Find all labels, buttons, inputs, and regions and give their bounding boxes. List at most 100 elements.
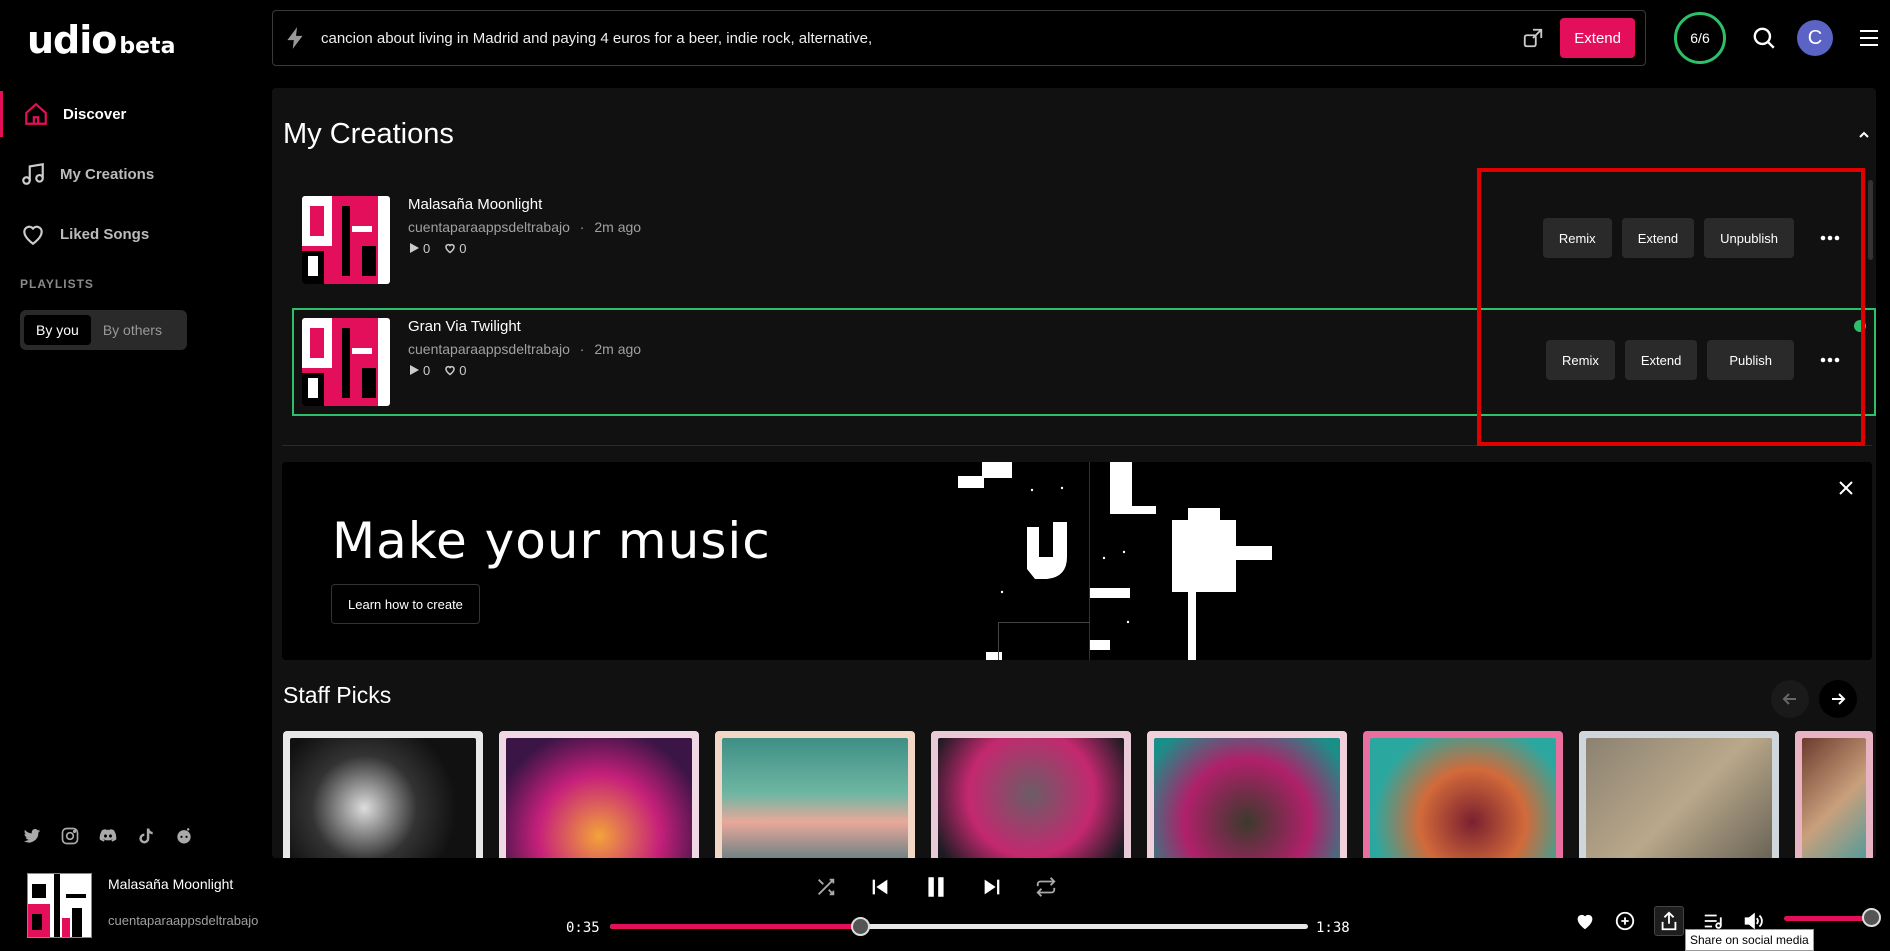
cover-art: [290, 738, 476, 858]
twitter-icon[interactable]: [22, 826, 42, 846]
volume-slider[interactable]: [1784, 916, 1874, 921]
staff-pick-card[interactable]: [1579, 731, 1779, 858]
like-count: 0: [459, 241, 467, 256]
song-title[interactable]: Malasaña Moonlight: [408, 196, 542, 213]
heart-icon: [23, 225, 43, 246]
cover-art: [1370, 738, 1556, 858]
next-icon[interactable]: [981, 876, 1003, 898]
playlist-toggle: By you By others: [20, 310, 187, 350]
more-options-icon[interactable]: [1812, 340, 1848, 380]
song-cover[interactable]: [302, 196, 390, 284]
extend-song-button[interactable]: Extend: [1621, 218, 1695, 258]
nav-liked-songs-label: Liked Songs: [60, 225, 150, 243]
song-time: 2m ago: [594, 341, 642, 357]
remix-button[interactable]: Remix: [1542, 218, 1612, 258]
progress-handle[interactable]: [851, 917, 871, 936]
my-creations-title: My Creations: [283, 118, 454, 150]
song-actions: Remix Extend Publish: [1546, 340, 1848, 380]
staff-picks-title: Staff Picks: [283, 682, 392, 708]
instagram-icon[interactable]: [60, 826, 80, 846]
home-icon: [25, 102, 47, 125]
progress-bar[interactable]: [610, 917, 1308, 936]
staff-pick-card[interactable]: [1363, 731, 1563, 858]
share-prompt-icon[interactable]: [1522, 27, 1544, 49]
song-author[interactable]: cuentaparaappsdeltrabajo: [408, 341, 570, 357]
publish-button[interactable]: Publish: [1707, 340, 1794, 380]
song-row[interactable]: Gran Via Twilight cuentaparaappsdeltraba…: [292, 308, 1876, 416]
unpublish-button[interactable]: Unpublish: [1704, 218, 1794, 258]
search-icon[interactable]: [1751, 25, 1777, 51]
toggle-by-others[interactable]: By others: [91, 315, 174, 345]
shuffle-icon[interactable]: [815, 876, 837, 898]
progress-fill: [610, 924, 862, 929]
staff-pick-card[interactable]: [1795, 731, 1873, 858]
now-playing-artist[interactable]: cuentaparaappsdeltrabajo: [108, 913, 258, 928]
play-count: 0: [423, 241, 431, 256]
now-playing-cover[interactable]: [27, 873, 92, 938]
avatar[interactable]: C: [1797, 20, 1833, 56]
play-count-icon: [410, 243, 419, 253]
sidebar: udio beta Discover My Creations Liked So…: [0, 0, 270, 858]
logo-word: udio: [27, 18, 117, 62]
song-meta: cuentaparaappsdeltrabajo · 2m ago: [408, 219, 641, 235]
repeat-icon[interactable]: [1035, 876, 1057, 898]
cover-art: [1802, 738, 1866, 858]
prompt-bar: cancion about living in Madrid and payin…: [272, 10, 1646, 66]
like-count-icon: [445, 365, 455, 376]
song-title[interactable]: Gran Via Twilight: [408, 318, 521, 335]
logo-beta: beta: [119, 34, 176, 59]
add-to-playlist-icon[interactable]: [1614, 910, 1636, 932]
divider: [282, 445, 1872, 446]
song-cover[interactable]: [302, 318, 390, 406]
play-count: 0: [423, 363, 431, 378]
like-count-icon: [445, 243, 455, 254]
scroll-right-button[interactable]: [1819, 680, 1857, 718]
share-icon[interactable]: [1654, 906, 1684, 936]
song-time: 2m ago: [594, 219, 642, 235]
staff-pick-card[interactable]: [499, 731, 699, 858]
volume-handle[interactable]: [1862, 908, 1881, 927]
learn-how-button[interactable]: Learn how to create: [331, 584, 480, 624]
extend-song-button[interactable]: Extend: [1624, 340, 1698, 380]
nav-my-creations-label: My Creations: [60, 165, 155, 183]
current-time: 0:35: [566, 920, 600, 936]
cover-art: [938, 738, 1124, 858]
udio-logo[interactable]: udio beta: [27, 18, 175, 62]
staff-picks-carousel: [283, 731, 1873, 858]
chevron-up-icon[interactable]: [1857, 128, 1871, 142]
nav-discover-label: Discover: [63, 105, 127, 123]
hamburger-menu-icon[interactable]: [1858, 28, 1880, 48]
heart-icon[interactable]: [1574, 910, 1596, 932]
pause-icon[interactable]: [923, 874, 949, 900]
close-icon[interactable]: [1838, 480, 1854, 496]
toggle-by-you[interactable]: By you: [24, 315, 91, 345]
remix-button[interactable]: Remix: [1546, 340, 1615, 380]
play-count-icon: [410, 365, 419, 375]
tiktok-icon[interactable]: [136, 826, 156, 846]
main-content: My Creations Malasaña Moonlight cuentapa…: [272, 88, 1876, 858]
discord-icon[interactable]: [98, 826, 118, 846]
extend-button[interactable]: Extend: [1560, 18, 1635, 58]
song-row[interactable]: Malasaña Moonlight cuentaparaappsdeltrab…: [292, 186, 1876, 294]
arrow-left-icon: [1782, 693, 1796, 705]
previous-icon[interactable]: [869, 876, 891, 898]
arrow-right-icon: [1832, 693, 1846, 705]
nav-my-creations[interactable]: My Creations: [0, 151, 270, 197]
song-author[interactable]: cuentaparaappsdeltrabajo: [408, 219, 570, 235]
meta-separator: ·: [579, 341, 585, 357]
staff-pick-card[interactable]: [931, 731, 1131, 858]
prompt-input[interactable]: cancion about living in Madrid and payin…: [321, 30, 1522, 47]
staff-pick-card[interactable]: [715, 731, 915, 858]
reddit-icon[interactable]: [174, 826, 194, 846]
nav-discover[interactable]: Discover: [0, 91, 270, 137]
song-stats: 0 0: [408, 241, 466, 256]
now-playing-title[interactable]: Malasaña Moonlight: [108, 876, 233, 892]
credits-badge[interactable]: 6/6: [1674, 12, 1726, 64]
nav-liked-songs[interactable]: Liked Songs: [0, 211, 270, 257]
staff-pick-card[interactable]: [283, 731, 483, 858]
like-count: 0: [459, 363, 467, 378]
make-music-banner: Make your music Learn how to create: [282, 462, 1872, 660]
more-options-icon[interactable]: [1812, 218, 1848, 258]
staff-pick-card[interactable]: [1147, 731, 1347, 858]
scroll-left-button[interactable]: [1771, 680, 1809, 718]
